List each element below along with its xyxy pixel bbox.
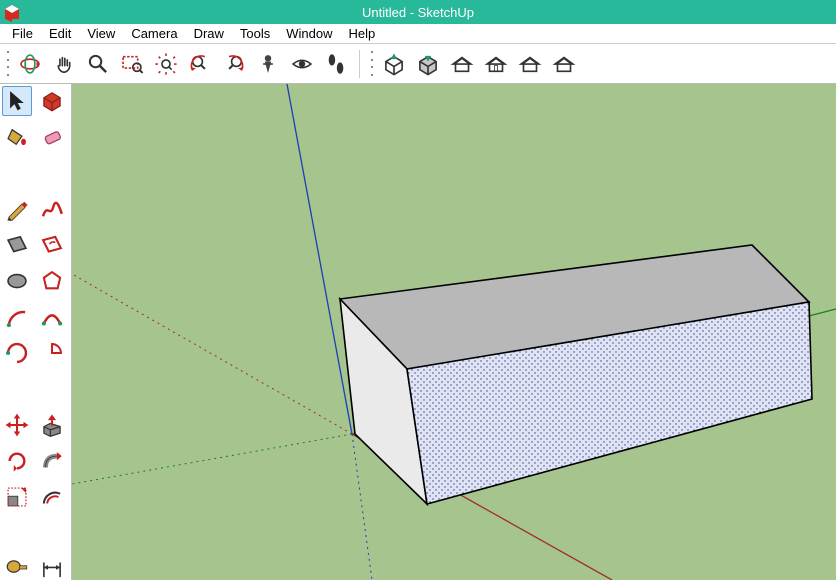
house-front-icon[interactable]	[515, 49, 545, 79]
freehand-icon[interactable]	[37, 194, 67, 224]
offset-icon[interactable]	[37, 482, 67, 512]
tape-measure-icon[interactable]	[2, 554, 32, 580]
two-point-arc-icon[interactable]	[37, 302, 67, 332]
menubar: File Edit View Camera Draw Tools Window …	[0, 24, 836, 44]
menu-help[interactable]: Help	[341, 25, 384, 42]
paint-bucket-icon[interactable]	[2, 122, 32, 152]
share-model-icon[interactable]	[413, 49, 443, 79]
zoom-window-icon[interactable]	[117, 49, 147, 79]
get-models-icon[interactable]	[379, 49, 409, 79]
scale-icon[interactable]	[2, 482, 32, 512]
menu-view[interactable]: View	[79, 25, 123, 42]
polygon-icon[interactable]	[37, 266, 67, 296]
house-right-icon[interactable]	[549, 49, 579, 79]
menu-tools[interactable]: Tools	[232, 25, 278, 42]
circle-icon[interactable]	[2, 266, 32, 296]
rotate-icon[interactable]	[2, 446, 32, 476]
menu-camera[interactable]: Camera	[123, 25, 185, 42]
menu-edit[interactable]: Edit	[41, 25, 79, 42]
rotated-rect-icon[interactable]	[37, 230, 67, 260]
house-iso-icon[interactable]	[447, 49, 477, 79]
toolbar-grip[interactable]	[4, 49, 11, 79]
app-logo-icon	[2, 2, 22, 22]
follow-me-icon[interactable]	[37, 446, 67, 476]
previous-view-icon[interactable]	[185, 49, 215, 79]
3d-viewport[interactable]	[72, 84, 836, 580]
three-point-arc-icon[interactable]	[2, 338, 32, 368]
drawing-toolbar: A1 A	[0, 84, 72, 580]
pan-icon[interactable]	[49, 49, 79, 79]
toolbar-grip[interactable]	[368, 49, 375, 79]
menu-draw[interactable]: Draw	[186, 25, 232, 42]
toolbar-divider	[359, 50, 360, 78]
look-around-icon[interactable]	[287, 49, 317, 79]
menu-file[interactable]: File	[4, 25, 41, 42]
menu-window[interactable]: Window	[278, 25, 340, 42]
window-title: Untitled - SketchUp	[362, 5, 474, 20]
pie-icon[interactable]	[37, 338, 67, 368]
next-view-icon[interactable]	[219, 49, 249, 79]
select-icon[interactable]	[2, 86, 32, 116]
line-icon[interactable]	[2, 194, 32, 224]
camera-toolbar	[0, 44, 836, 84]
make-component-icon[interactable]	[37, 86, 67, 116]
push-pull-icon[interactable]	[37, 410, 67, 440]
position-camera-icon[interactable]	[253, 49, 283, 79]
house-top-icon[interactable]	[481, 49, 511, 79]
rectangle-icon[interactable]	[2, 230, 32, 260]
zoom-icon[interactable]	[83, 49, 113, 79]
move-icon[interactable]	[2, 410, 32, 440]
eraser-icon[interactable]	[37, 122, 67, 152]
dimension-icon[interactable]	[37, 554, 67, 580]
titlebar: Untitled - SketchUp	[0, 0, 836, 24]
zoom-extents-icon[interactable]	[151, 49, 181, 79]
arc-icon[interactable]	[2, 302, 32, 332]
orbit-icon[interactable]	[15, 49, 45, 79]
walk-icon[interactable]	[321, 49, 351, 79]
